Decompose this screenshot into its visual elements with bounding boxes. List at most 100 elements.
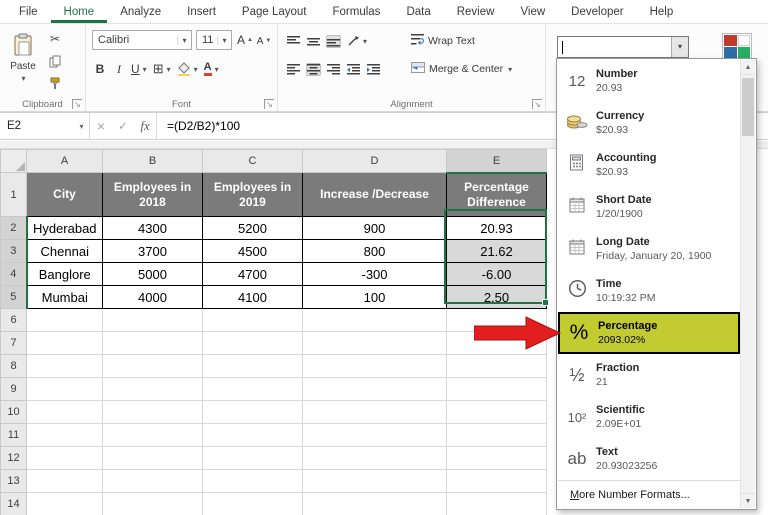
confirm-formula-icon[interactable] xyxy=(112,119,134,133)
tab-page-layout[interactable]: Page Layout xyxy=(229,1,320,23)
tab-formulas[interactable]: Formulas xyxy=(320,1,394,23)
cell[interactable] xyxy=(303,309,447,332)
cell[interactable] xyxy=(27,401,103,424)
cell-b3[interactable]: 3700 xyxy=(103,240,203,263)
cell-a3[interactable]: Chennai xyxy=(27,240,103,263)
align-right-button[interactable] xyxy=(326,63,341,76)
row-header-14[interactable]: 14 xyxy=(1,493,27,515)
col-header-c[interactable]: C xyxy=(203,150,303,173)
cell[interactable] xyxy=(27,424,103,447)
cell-b1[interactable]: Employees in 2018 xyxy=(103,173,203,217)
cell[interactable] xyxy=(203,470,303,493)
col-header-d[interactable]: D xyxy=(303,150,447,173)
merge-center-dropdown-icon[interactable] xyxy=(507,63,512,75)
number-format-combobox[interactable] xyxy=(557,36,689,58)
cell-d1[interactable]: Increase /Decrease xyxy=(303,173,447,217)
cell-d5[interactable]: 100 xyxy=(303,286,447,309)
cell[interactable] xyxy=(27,355,103,378)
align-bottom-button[interactable] xyxy=(326,35,341,48)
cell-d4[interactable]: -300 xyxy=(303,263,447,286)
cell[interactable] xyxy=(447,493,547,515)
cell-e5[interactable]: 2.50 xyxy=(447,286,547,309)
cell-a5[interactable]: Mumbai xyxy=(27,286,103,309)
cell[interactable] xyxy=(447,424,547,447)
clipboard-dialog-launcher-icon[interactable] xyxy=(72,99,82,109)
cell[interactable] xyxy=(27,493,103,515)
format-option-percentage-highlighted[interactable]: % Percentage2093.02% xyxy=(558,312,740,354)
cell-d3[interactable]: 800 xyxy=(303,240,447,263)
paste-dropdown-arrow-icon[interactable] xyxy=(20,73,25,84)
row-header-3[interactable]: 3 xyxy=(1,240,27,263)
cell-b2[interactable]: 4300 xyxy=(103,217,203,240)
cancel-formula-icon[interactable] xyxy=(90,118,112,134)
more-number-formats-link[interactable]: More Number Formats... xyxy=(558,480,740,508)
italic-button[interactable]: I xyxy=(112,61,126,78)
cell[interactable] xyxy=(303,378,447,401)
cell[interactable] xyxy=(103,378,203,401)
wrap-text-button[interactable]: Wrap Text xyxy=(410,31,476,51)
row-header-9[interactable]: 9 xyxy=(1,378,27,401)
tab-home[interactable]: Home xyxy=(51,1,108,23)
format-option-currency[interactable]: Currency$20.93 xyxy=(558,102,740,144)
insert-function-button[interactable]: fx xyxy=(134,119,156,134)
cell[interactable] xyxy=(447,355,547,378)
underline-button[interactable]: U xyxy=(131,62,140,76)
row-header-12[interactable]: 12 xyxy=(1,447,27,470)
cell[interactable] xyxy=(103,401,203,424)
cell[interactable] xyxy=(447,447,547,470)
name-box[interactable]: E2 xyxy=(0,113,74,139)
scroll-down-icon[interactable] xyxy=(741,493,755,508)
paste-button[interactable]: Paste xyxy=(5,28,41,88)
name-box-dropdown-icon[interactable] xyxy=(74,113,90,139)
col-header-e[interactable]: E xyxy=(447,150,547,173)
cut-icon[interactable] xyxy=(48,31,62,47)
cell[interactable] xyxy=(303,493,447,515)
cell[interactable] xyxy=(303,470,447,493)
number-format-dropdown-icon[interactable] xyxy=(671,37,688,57)
format-option-fraction[interactable]: ½ Fraction21 xyxy=(558,354,740,396)
cell-e4[interactable]: -6.00 xyxy=(447,263,547,286)
row-header-2[interactable]: 2 xyxy=(1,217,27,240)
cell[interactable] xyxy=(27,447,103,470)
decrease-font-size-button[interactable]: A xyxy=(255,32,273,50)
format-option-scientific[interactable]: 10² Scientific2.09E+01 xyxy=(558,396,740,438)
col-header-a[interactable]: A xyxy=(27,150,103,173)
tab-developer[interactable]: Developer xyxy=(558,1,636,23)
cell[interactable] xyxy=(303,447,447,470)
format-option-accounting[interactable]: Accounting$20.93 xyxy=(558,144,740,186)
align-top-button[interactable] xyxy=(286,35,301,48)
row-header-13[interactable]: 13 xyxy=(1,470,27,493)
cell-c2[interactable]: 5200 xyxy=(203,217,303,240)
cell-b5[interactable]: 4000 xyxy=(103,286,203,309)
cell[interactable] xyxy=(103,332,203,355)
borders-dropdown-icon[interactable] xyxy=(166,63,171,75)
cell-a1[interactable]: City xyxy=(27,173,103,217)
row-header-6[interactable]: 6 xyxy=(1,309,27,332)
cell-e2-active[interactable]: 20.93 xyxy=(447,217,547,240)
cell[interactable] xyxy=(27,470,103,493)
font-color-button[interactable]: A xyxy=(204,62,212,76)
cell[interactable] xyxy=(203,424,303,447)
select-all-corner[interactable] xyxy=(1,150,27,173)
cell[interactable] xyxy=(103,470,203,493)
cell[interactable] xyxy=(203,355,303,378)
row-header-7[interactable]: 7 xyxy=(1,332,27,355)
fill-color-dropdown-icon[interactable] xyxy=(193,63,198,75)
fill-color-button[interactable] xyxy=(176,61,199,77)
row-header-5[interactable]: 5 xyxy=(1,286,27,309)
fill-handle[interactable] xyxy=(542,299,549,306)
cell[interactable] xyxy=(303,332,447,355)
font-size-dropdown-icon[interactable] xyxy=(217,36,231,45)
font-name-select[interactable]: Calibri xyxy=(92,30,192,50)
format-option-time[interactable]: Time10:19:32 PM xyxy=(558,270,740,312)
cell[interactable] xyxy=(303,401,447,424)
cell[interactable] xyxy=(203,309,303,332)
cell[interactable] xyxy=(203,378,303,401)
cell[interactable] xyxy=(103,447,203,470)
align-center-button[interactable] xyxy=(306,63,321,76)
cell-b4[interactable]: 5000 xyxy=(103,263,203,286)
cell[interactable] xyxy=(27,378,103,401)
tab-insert[interactable]: Insert xyxy=(174,1,229,23)
cell-c4[interactable]: 4700 xyxy=(203,263,303,286)
cell[interactable] xyxy=(27,332,103,355)
